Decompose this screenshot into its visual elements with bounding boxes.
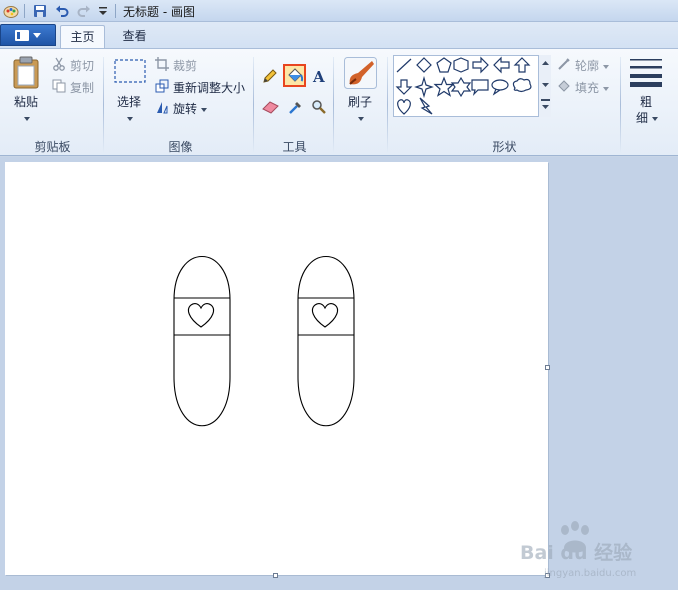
chevron-down-icon	[602, 64, 609, 69]
watermark: Bai du 经验 jingyan.baidu.com	[504, 520, 674, 582]
fill-icon	[557, 79, 571, 96]
brush-icon[interactable]	[344, 57, 377, 92]
app-menu-button[interactable]	[0, 24, 56, 46]
brushes-button[interactable]: 刷子	[348, 93, 372, 110]
watermark-brand: Bai du 经验	[520, 542, 633, 564]
select-dropdown[interactable]	[127, 111, 133, 125]
crop-icon	[155, 57, 169, 74]
quick-access-separator	[24, 4, 25, 18]
group-separator	[333, 57, 334, 153]
resize-icon	[155, 79, 169, 96]
left-arrow-shape-icon	[493, 56, 510, 74]
scissors-icon	[52, 57, 66, 74]
magnifier-icon[interactable]	[309, 97, 329, 117]
hexagon-shape-icon	[453, 57, 469, 73]
shapes-gallery[interactable]	[393, 55, 551, 117]
watermark-url: jingyan.baidu.com	[544, 568, 637, 579]
resize-button[interactable]: 重新调整大小	[173, 79, 245, 96]
title-bar: 无标题 - 画图	[0, 0, 678, 22]
heart-right	[311, 303, 339, 328]
copy-icon	[52, 79, 66, 96]
paste-icon[interactable]	[12, 56, 42, 93]
group-separator	[253, 57, 254, 153]
cut-button[interactable]: 剪切	[70, 57, 94, 74]
chevron-down-icon	[651, 116, 658, 121]
window-title: 无标题 - 画图	[123, 5, 195, 19]
save-icon[interactable]	[32, 3, 48, 19]
paint-app-icon[interactable]	[3, 3, 19, 19]
size-label-bottom: 细	[636, 111, 649, 125]
shapes-scrollbar[interactable]	[538, 55, 551, 117]
brushes-dropdown[interactable]	[358, 111, 364, 125]
fill-label: 填充	[575, 81, 600, 95]
pencil-icon[interactable]	[260, 66, 280, 86]
down-arrow-shape-icon	[395, 79, 413, 95]
undo-icon[interactable]	[54, 3, 70, 19]
rotate-button[interactable]: 旋转	[173, 100, 207, 117]
chevron-down-icon	[602, 86, 609, 91]
diamond-shape-icon	[416, 57, 432, 73]
drawing-canvas[interactable]	[5, 162, 548, 575]
group-separator	[620, 57, 621, 153]
chevron-down-icon	[200, 107, 207, 112]
chevron-down-icon	[358, 116, 364, 121]
pentagon-shape-icon	[436, 57, 452, 73]
outline-label: 轮廓	[575, 59, 600, 73]
slipper-left	[173, 255, 231, 427]
tab-view[interactable]: 查看	[112, 25, 157, 48]
heart-shape-icon	[397, 99, 411, 115]
line-size-icon[interactable]	[629, 57, 663, 90]
crop-button[interactable]: 裁剪	[173, 57, 197, 74]
title-separator	[115, 4, 116, 18]
four-point-star-icon	[414, 75, 434, 99]
eraser-icon[interactable]	[260, 97, 280, 117]
chevron-down-icon	[33, 32, 41, 38]
fill-button[interactable]: 填充	[575, 79, 609, 96]
outline-button[interactable]: 轮廓	[575, 57, 609, 74]
paste-dropdown[interactable]	[24, 111, 30, 125]
size-label-top[interactable]: 粗	[640, 93, 652, 110]
redo-icon[interactable]	[76, 3, 92, 19]
fill-bucket-icon[interactable]	[283, 64, 306, 87]
five-point-star-icon	[433, 76, 455, 97]
size-button[interactable]: 细	[636, 109, 658, 126]
up-arrow-shape-icon	[513, 57, 531, 73]
group-separator	[387, 57, 388, 153]
clipboard-group-label: 剪贴板	[34, 140, 71, 154]
svg-text:A: A	[312, 68, 325, 84]
color-picker-icon[interactable]	[286, 97, 306, 117]
line-shape-icon	[396, 58, 412, 73]
heart-left	[187, 303, 215, 328]
select-button[interactable]: 选择	[117, 93, 141, 110]
outline-icon	[557, 57, 571, 74]
rotate-label: 旋转	[173, 102, 198, 116]
rect-callout-icon	[471, 79, 489, 96]
cloud-callout-icon	[512, 78, 532, 93]
right-arrow-shape-icon	[472, 56, 489, 74]
tab-home[interactable]: 主页	[60, 25, 105, 48]
group-separator	[103, 57, 104, 153]
image-group-label: 图像	[168, 140, 193, 154]
resize-handle-right[interactable]	[545, 365, 550, 370]
text-tool-icon[interactable]: A	[309, 66, 329, 86]
copy-button[interactable]: 复制	[70, 79, 94, 96]
chevron-down-icon	[24, 116, 30, 121]
resize-handle-bottom[interactable]	[273, 573, 278, 578]
shapes-group-label: 形状	[492, 140, 517, 154]
lightning-shape-icon	[419, 97, 433, 115]
six-point-star-icon	[450, 76, 472, 98]
paste-button[interactable]: 粘贴	[14, 93, 38, 110]
slipper-right	[297, 255, 355, 427]
ribbon: 粘贴 剪切 复制 剪贴板 选择 裁剪 重新调整大小 旋转 图像 A 工具 刷子 …	[0, 48, 678, 156]
select-icon[interactable]	[114, 59, 146, 86]
customize-quick-access-icon[interactable]	[98, 3, 108, 19]
oval-callout-icon	[491, 79, 509, 96]
tools-group-label: 工具	[282, 140, 307, 154]
canvas-drawing	[173, 255, 355, 427]
ribbon-tab-row: 主页 查看	[0, 22, 678, 48]
rotate-icon	[155, 100, 169, 117]
document-icon	[15, 29, 29, 41]
chevron-down-icon	[127, 116, 133, 121]
